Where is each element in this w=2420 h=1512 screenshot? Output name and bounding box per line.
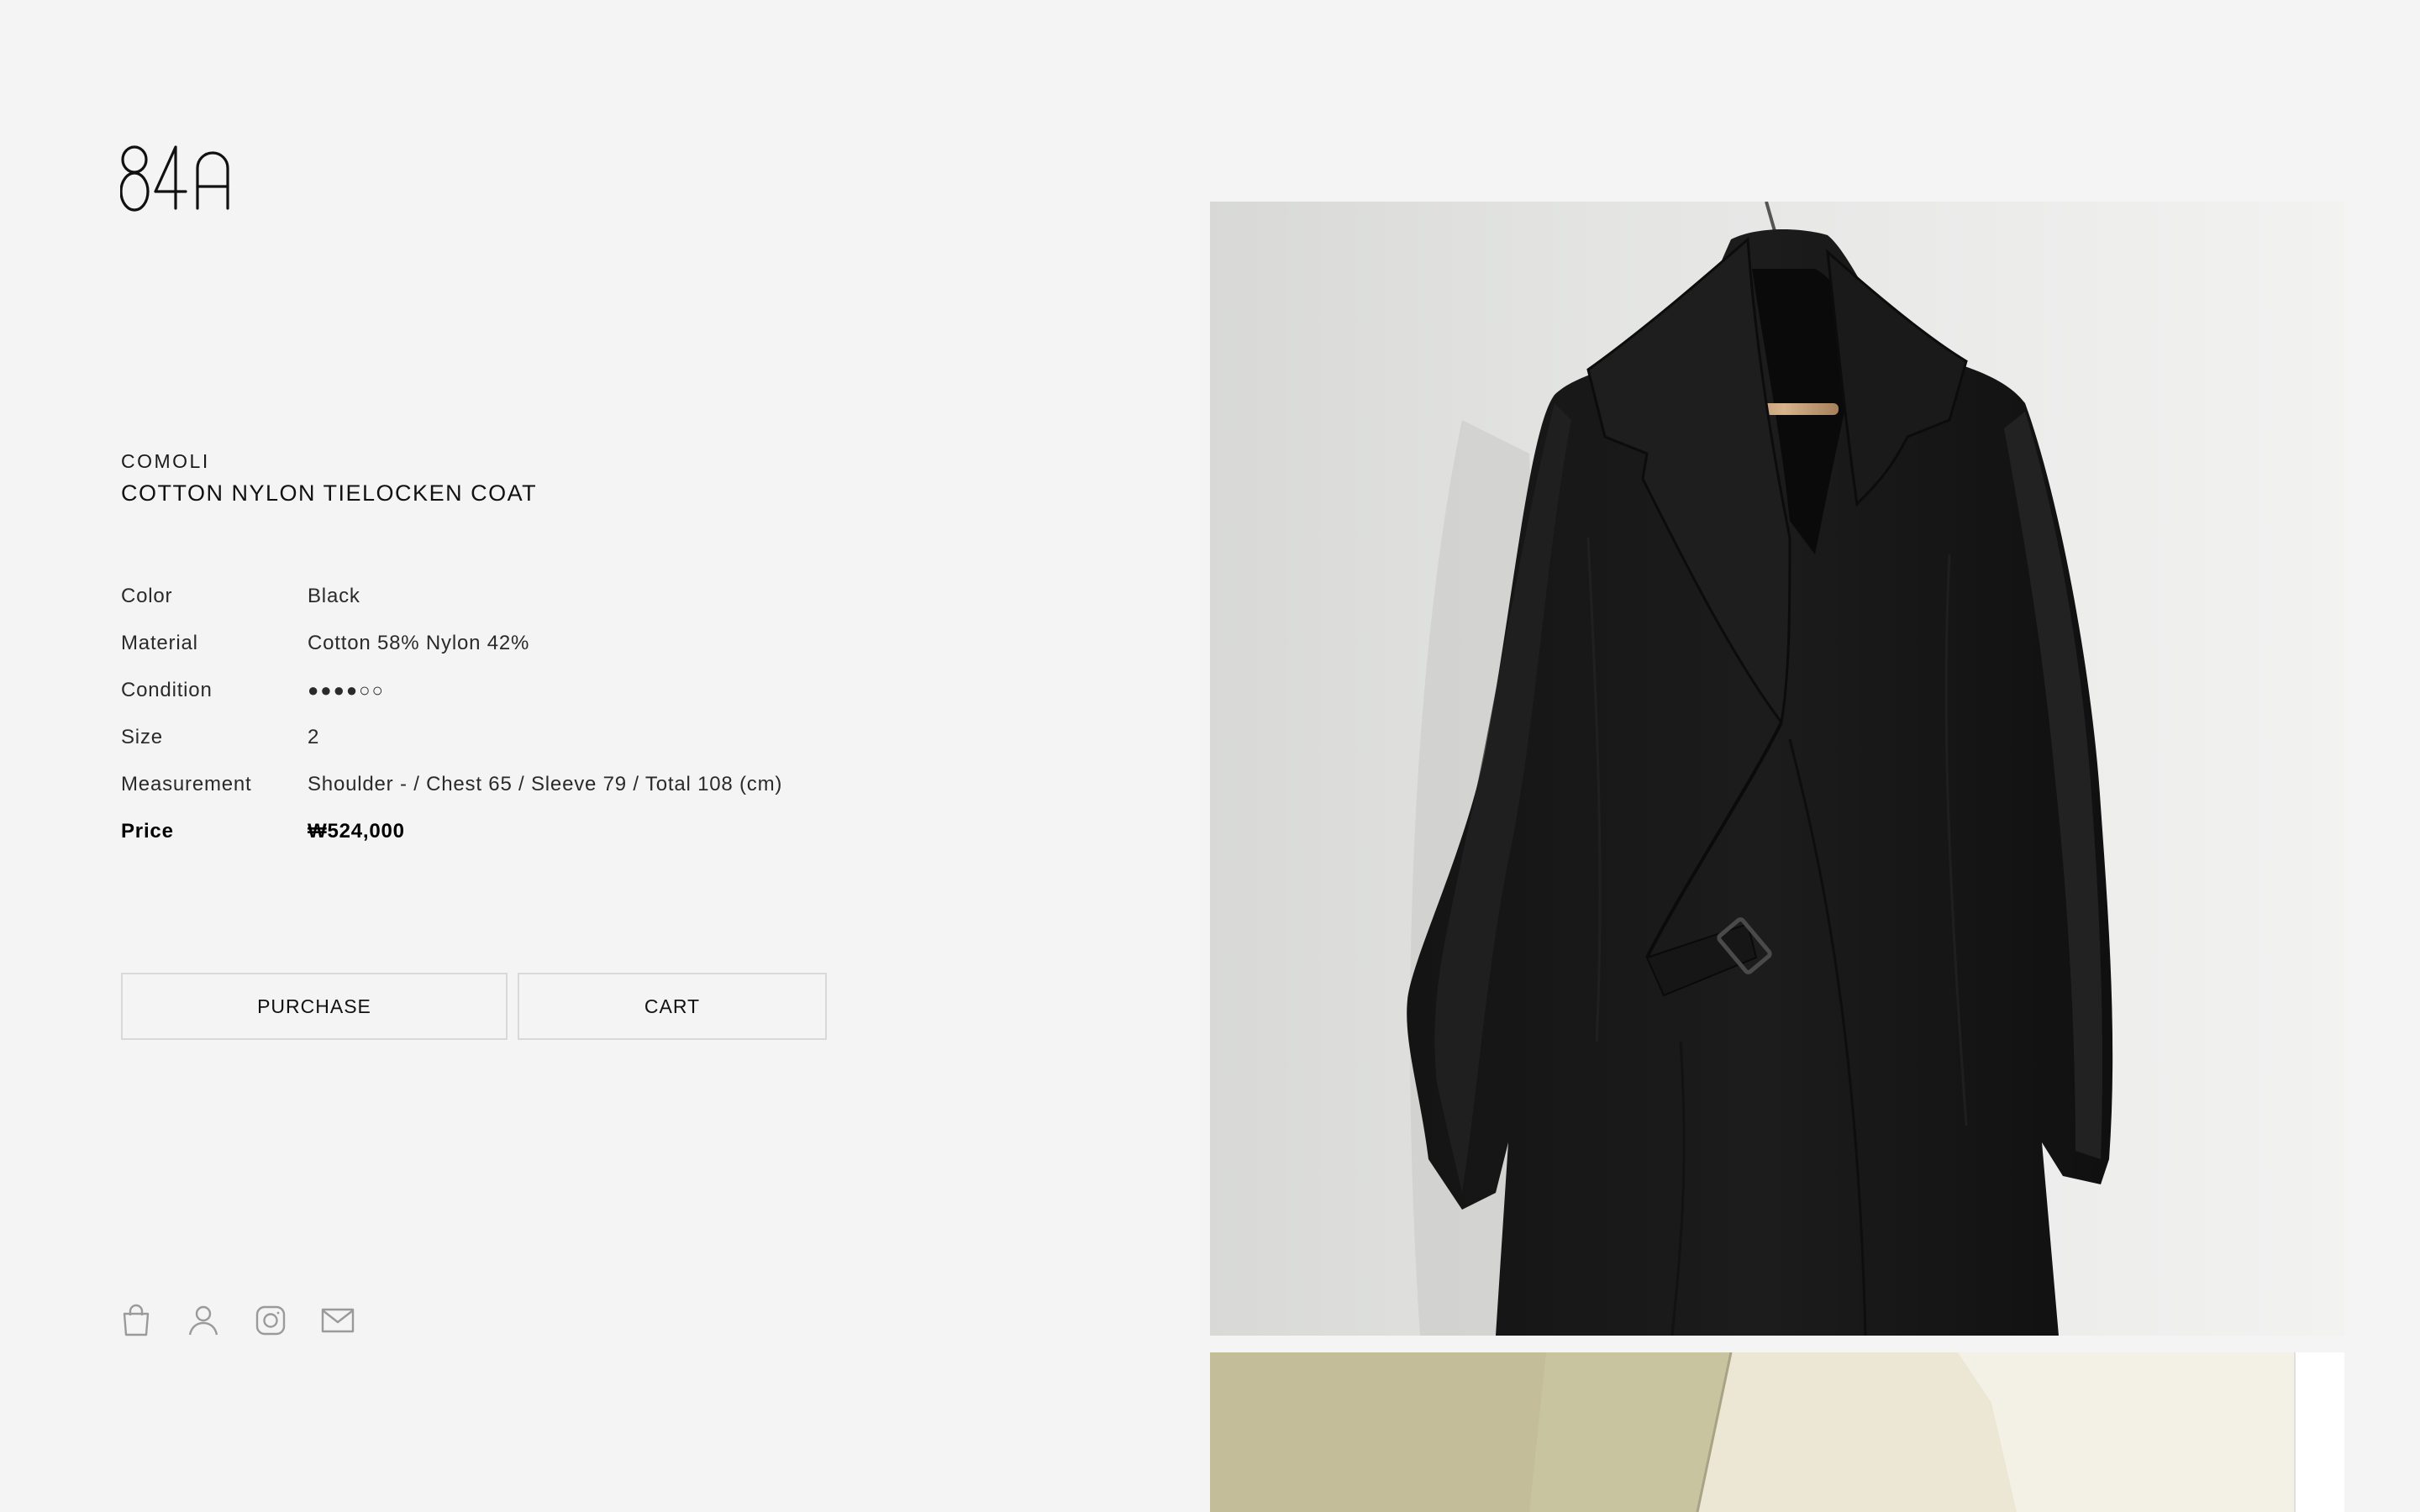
cart-button[interactable]: CART (518, 973, 827, 1040)
spec-row-measurement: Measurement Shoulder - / Chest 65 / Slee… (121, 761, 1045, 808)
coat-image (1210, 202, 2344, 1336)
spec-label: Color (121, 585, 173, 607)
product-title: COTTON NYLON TIELOCKEN COAT (121, 480, 538, 506)
condition-rating: ●●●●○○ (308, 680, 385, 701)
spec-value: Cotton 58% Nylon 42% (308, 632, 530, 654)
user-icon[interactable] (185, 1302, 222, 1339)
product-page: COMOLI COTTON NYLON TIELOCKEN COAT Color… (0, 0, 2420, 1512)
spec-label: Size (121, 726, 163, 748)
spec-label: Condition (121, 679, 213, 701)
mail-icon[interactable] (319, 1302, 356, 1339)
logo-mark (120, 145, 229, 212)
price-label: Price (121, 820, 174, 843)
spec-value: Black (308, 585, 360, 607)
purchase-button[interactable]: PURCHASE (121, 973, 508, 1040)
spec-row-price: Price ₩524,000 (121, 808, 1045, 855)
spec-value: 2 (308, 726, 320, 748)
product-photo-main[interactable] (1210, 202, 2344, 1336)
site-logo[interactable] (120, 143, 238, 218)
spec-row-material: Material Cotton 58% Nylon 42% (121, 620, 1045, 667)
spec-row-condition: Condition ●●●●○○ (121, 667, 1045, 714)
price-value: ₩524,000 (308, 820, 405, 843)
product-brand: COMOLI (121, 450, 210, 472)
shopping-bag-icon[interactable] (118, 1302, 155, 1339)
detail-image (1210, 1352, 2344, 1512)
product-specs: Color Black Material Cotton 58% Nylon 42… (121, 573, 1045, 855)
footer-icon-bar (118, 1302, 356, 1339)
spec-label: Measurement (121, 773, 252, 795)
product-photo-second[interactable] (1210, 1352, 2344, 1512)
spec-row-size: Size 2 (121, 714, 1045, 761)
spec-row-color: Color Black (121, 573, 1045, 620)
spec-label: Material (121, 632, 198, 654)
instagram-icon[interactable] (252, 1302, 289, 1339)
spec-value: Shoulder - / Chest 65 / Sleeve 79 / Tota… (308, 773, 783, 795)
